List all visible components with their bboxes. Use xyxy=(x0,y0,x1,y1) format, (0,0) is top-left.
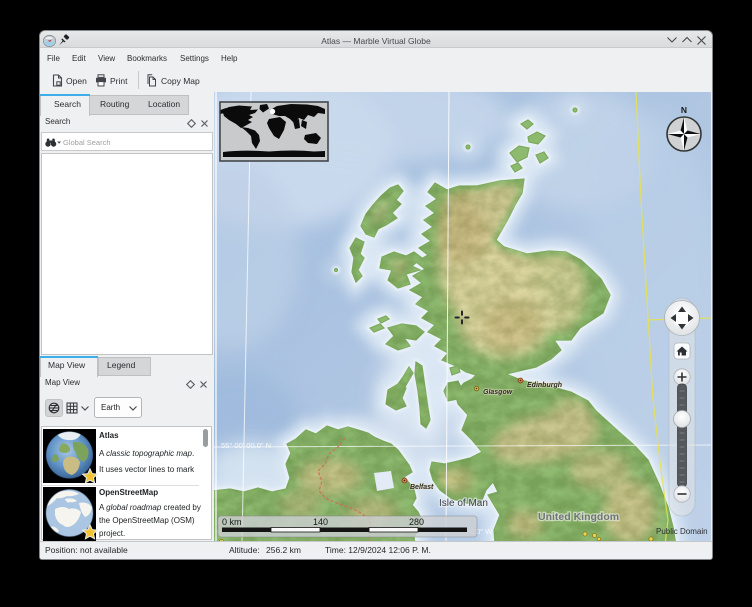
svg-text:Glasgow: Glasgow xyxy=(483,389,513,396)
svg-text:140: 140 xyxy=(313,517,328,527)
svg-text:55° 00' 00.0" N: 55° 00' 00.0" N xyxy=(221,441,271,450)
svg-text:N: N xyxy=(681,105,687,115)
svg-text:280: 280 xyxy=(409,517,424,527)
svg-text:United Kingdom: United Kingdom xyxy=(538,511,619,523)
svg-text:Public Domain: Public Domain xyxy=(656,527,708,536)
svg-text:Belfast: Belfast xyxy=(410,484,434,491)
svg-text:Isle of Man: Isle of Man xyxy=(439,498,488,509)
svg-text:0 km: 0 km xyxy=(222,517,242,527)
svg-text:Edinburgh: Edinburgh xyxy=(527,382,562,389)
